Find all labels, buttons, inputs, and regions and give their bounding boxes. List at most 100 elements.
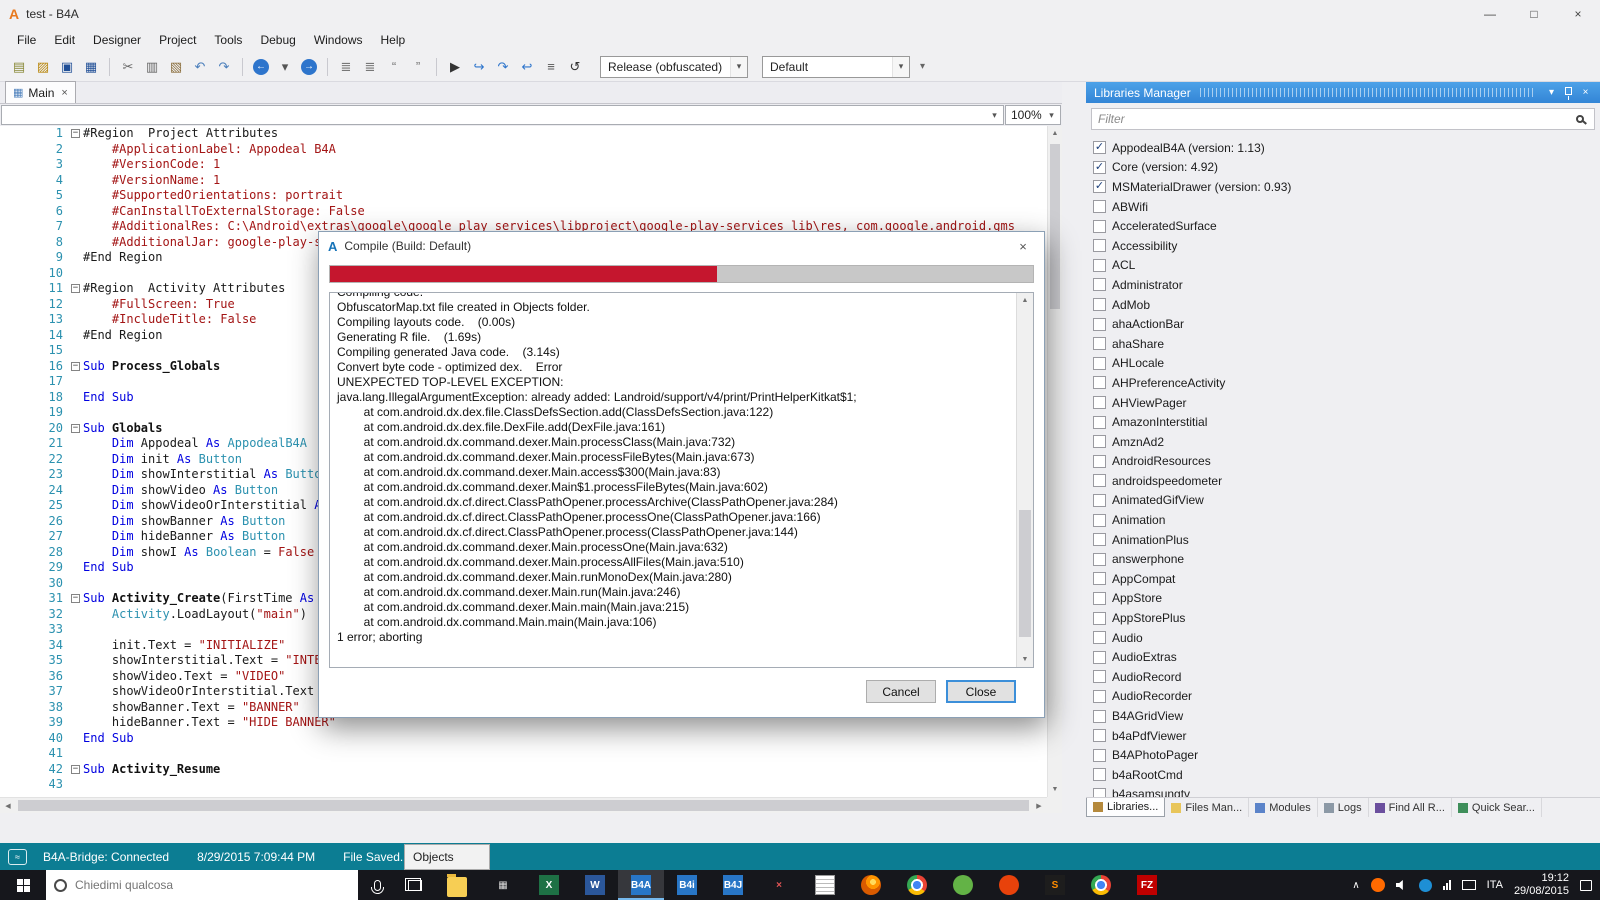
library-checkbox[interactable] [1093,200,1106,214]
file-explorer-icon[interactable] [434,870,480,900]
close-icon[interactable]: × [1556,0,1600,28]
close-button[interactable]: Close [946,680,1016,703]
library-item[interactable]: AudioRecord [1093,667,1598,687]
library-item[interactable]: answerphone [1093,549,1598,569]
new-project-icon[interactable]: ▤ [8,56,30,78]
navigate-back-icon[interactable]: ← [253,58,269,75]
library-checkbox[interactable] [1093,258,1106,272]
library-checkbox[interactable] [1093,533,1106,547]
firefox-icon[interactable] [848,870,894,900]
library-checkbox[interactable] [1093,572,1106,586]
action-center-icon[interactable] [1580,879,1592,891]
build-profile-select[interactable]: Default ▾ [762,55,910,78]
antivirus-tray-icon[interactable] [1370,878,1385,892]
library-item[interactable]: Audio [1093,628,1598,648]
library-checkbox[interactable] [1093,239,1106,253]
library-item[interactable]: AppStorePlus [1093,608,1598,628]
menu-project[interactable]: Project [150,30,205,50]
library-item[interactable]: AmznAd2 [1093,432,1598,452]
window-menu-icon[interactable]: ▾ [1543,87,1560,98]
menu-debug[interactable]: Debug [251,30,304,50]
save-icon[interactable]: ▣ [56,56,78,78]
run-icon[interactable]: ▶ [444,56,466,78]
library-filter-input[interactable] [1098,112,1576,126]
dialog-titlebar[interactable]: A Compile (Build: Default) × [319,232,1044,260]
step-over-icon[interactable]: ↷ [492,56,514,78]
tray-app-icon[interactable] [1418,878,1432,892]
library-item[interactable]: B4APhotoPager [1093,745,1598,765]
library-checkbox[interactable] [1093,513,1106,527]
member-navigator-select[interactable]: ▾ [1,105,1004,125]
cancel-button[interactable]: Cancel [866,680,936,703]
tray-expand-icon[interactable]: ∧ [1352,880,1359,891]
library-checkbox[interactable] [1093,356,1106,370]
panel-tab-logs[interactable]: Logs [1318,798,1369,817]
maximize-icon[interactable]: □ [1512,0,1556,28]
taskbar-search-input[interactable] [75,878,350,892]
copy-icon[interactable]: ▥ [141,56,163,78]
filezilla-icon[interactable]: FZ [1124,870,1170,900]
fold-marker-icon[interactable]: − [68,126,83,142]
start-button[interactable] [0,870,46,900]
outdent-icon[interactable]: ≣ [335,56,357,78]
library-item[interactable]: AcceleratedSurface [1093,216,1598,236]
library-item[interactable]: AHLocale [1093,354,1598,374]
library-checkbox[interactable] [1093,376,1106,390]
library-checkbox[interactable] [1093,337,1106,351]
chevron-down-icon[interactable]: ▾ [892,56,909,77]
pin-icon[interactable] [1560,86,1577,100]
tab-main[interactable]: ▦ Main × [5,81,76,103]
save-all-icon[interactable]: ▦ [80,56,102,78]
navigate-forward-icon[interactable]: → [301,58,317,75]
editor-hscrollbar[interactable]: ◀ ▶ [0,797,1047,813]
library-item[interactable]: AnimationPlus [1093,530,1598,550]
library-item[interactable]: AnimatedGifView [1093,491,1598,511]
scroll-up-icon[interactable]: ▲ [1017,293,1033,308]
library-checkbox[interactable] [1093,454,1106,468]
menu-windows[interactable]: Windows [305,30,372,50]
library-checkbox[interactable] [1093,670,1106,684]
library-item[interactable]: Animation [1093,510,1598,530]
orange-app-icon[interactable] [986,870,1032,900]
microphone-button[interactable] [358,870,396,900]
fold-marker-icon[interactable]: − [68,359,83,375]
cut-icon[interactable]: ✂ [117,56,139,78]
menu-file[interactable]: File [8,30,45,50]
library-checkbox[interactable] [1093,689,1106,703]
panel-tab-find-all-r[interactable]: Find All R... [1369,798,1452,817]
panel-close-icon[interactable]: × [1577,87,1594,98]
green-app-icon[interactable] [940,870,986,900]
library-item[interactable]: ✓ Core (version: 4.92) [1093,158,1598,178]
library-checkbox[interactable]: ✓ [1093,180,1106,194]
library-item[interactable]: AudioExtras [1093,647,1598,667]
library-checkbox[interactable] [1093,415,1106,429]
excel-icon[interactable]: X [526,870,572,900]
library-item[interactable]: AHPreferenceActivity [1093,373,1598,393]
b4i-icon[interactable]: B4i [664,870,710,900]
library-item[interactable]: androidspeedometer [1093,471,1598,491]
log-vscrollbar[interactable]: ▲ ▼ [1016,293,1033,667]
library-filter-box[interactable] [1091,108,1595,130]
minimize-icon[interactable]: — [1468,0,1512,28]
restart-icon[interactable]: ↺ [564,56,586,78]
scroll-right-icon[interactable]: ▶ [1031,798,1047,813]
fold-marker-icon[interactable]: − [68,281,83,297]
library-checkbox[interactable] [1093,552,1106,566]
pause-icon[interactable]: ≡ [540,56,562,78]
paste-icon[interactable]: ▧ [165,56,187,78]
clock[interactable]: 19:12 29/08/2015 [1514,872,1569,898]
library-checkbox[interactable] [1093,748,1106,762]
library-checkbox[interactable] [1093,435,1106,449]
scroll-down-icon[interactable]: ▼ [1048,782,1062,797]
panel-tab-files-man[interactable]: Files Man... [1165,798,1250,817]
library-item[interactable]: AdMob [1093,295,1598,315]
panel-splitter[interactable] [1062,82,1086,813]
library-item[interactable]: AHViewPager [1093,393,1598,413]
library-checkbox[interactable] [1093,591,1106,605]
library-checkbox[interactable] [1093,650,1106,664]
tab-close-icon[interactable]: × [61,87,67,99]
library-item[interactable]: AudioRecorder [1093,687,1598,707]
library-item[interactable]: ACL [1093,256,1598,276]
library-item[interactable]: AppStore [1093,589,1598,609]
library-item[interactable]: AndroidResources [1093,452,1598,472]
